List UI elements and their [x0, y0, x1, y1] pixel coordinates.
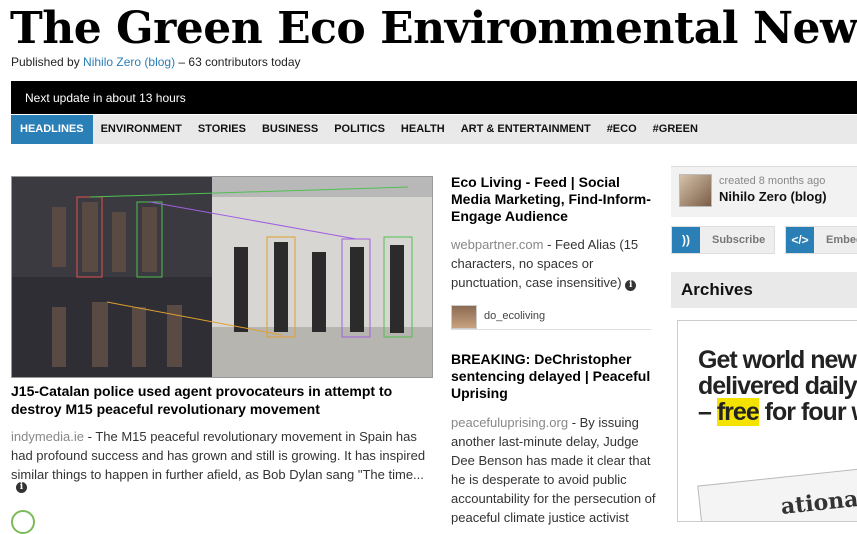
- story-3-excerpt: peacefuluprising.org - By issuing anothe…: [451, 413, 656, 527]
- code-icon: </>: [786, 227, 814, 253]
- archives-label: Archives: [681, 280, 753, 299]
- embed-button[interactable]: </> Embed: [785, 226, 857, 254]
- rss-icon: )): [672, 227, 700, 253]
- nav-tab-headlines[interactable]: HEADLINES: [11, 115, 93, 144]
- byline-suffix: – 63 contributors today: [175, 55, 301, 69]
- byline: Published by Nihilo Zero (blog) – 63 con…: [11, 55, 301, 69]
- advertisement[interactable]: Get world new delivered daily – free for…: [677, 320, 857, 522]
- info-icon[interactable]: i: [625, 280, 637, 291]
- newspaper-text: ational: [779, 485, 857, 520]
- nav-tab-business[interactable]: BUSINESS: [254, 115, 326, 144]
- info-icon[interactable]: i: [16, 482, 27, 493]
- ad-free-highlight: free: [716, 398, 760, 426]
- status-ring-icon[interactable]: [11, 510, 35, 534]
- ad-line-1: Get world new: [698, 346, 857, 374]
- main-story-image[interactable]: [11, 176, 433, 378]
- byline-prefix: Published by: [11, 55, 84, 69]
- archives-header[interactable]: Archives: [671, 272, 857, 308]
- story-3-headline[interactable]: BREAKING: DeChristopher sentencing delay…: [451, 351, 656, 402]
- story-2-author-name: do_ecoliving: [484, 310, 546, 322]
- nav-tab-politics[interactable]: POLITICS: [326, 115, 393, 144]
- story-2-source[interactable]: webpartner.com: [451, 237, 544, 252]
- subscribe-buttons: )) Subscribe </> Embed: [671, 226, 857, 254]
- ad-line-2: delivered daily: [698, 372, 857, 400]
- main-story-excerpt: indymedia.ie - The M15 peaceful revoluti…: [11, 427, 431, 484]
- nav-tab-environment[interactable]: ENVIRONMENT: [93, 115, 190, 144]
- avatar: [679, 174, 712, 207]
- nav-tab-art-entertainment[interactable]: ART & ENTERTAINMENT: [453, 115, 599, 144]
- curator-name[interactable]: Nihilo Zero (blog): [719, 189, 827, 204]
- main-story-headline[interactable]: J15-Catalan police used agent provocateu…: [11, 382, 431, 418]
- subscribe-button[interactable]: )) Subscribe: [671, 226, 775, 254]
- embed-label: Embed: [826, 234, 857, 246]
- story-2-author[interactable]: do_ecoliving: [451, 305, 651, 330]
- ad-line-3-rest: for four w: [764, 398, 857, 426]
- story-3-text: - By issuing another last-minute delay, …: [451, 415, 656, 525]
- update-text: Next update in about 13 hours: [25, 91, 186, 105]
- main-story-source[interactable]: indymedia.ie: [11, 429, 84, 444]
- story-3: BREAKING: DeChristopher sentencing delay…: [451, 351, 656, 527]
- nav-tab-stories[interactable]: STORIES: [190, 115, 254, 144]
- story-2-excerpt: webpartner.com - Feed Alias (15 characte…: [451, 235, 656, 292]
- nav-tab-green[interactable]: #GREEN: [645, 115, 706, 144]
- newspaper-image: ational: [697, 466, 857, 521]
- created-label: created 8 months ago: [719, 175, 826, 187]
- nav-tab-health[interactable]: HEALTH: [393, 115, 453, 144]
- subscribe-label: Subscribe: [712, 234, 766, 246]
- story-2: Eco Living - Feed | Social Media Marketi…: [451, 174, 656, 292]
- site-title[interactable]: The Green Eco Environmental News: [10, 2, 857, 56]
- nav-tab-eco[interactable]: #ECO: [599, 115, 645, 144]
- byline-author-link[interactable]: Nihilo Zero (blog): [83, 55, 175, 69]
- update-bar: Next update in about 13 hours: [11, 81, 857, 114]
- story-3-source[interactable]: peacefuluprising.org: [451, 415, 568, 430]
- curator-card[interactable]: created 8 months ago Nihilo Zero (blog): [671, 166, 857, 217]
- avatar: [451, 305, 477, 329]
- ad-line-3-dash: –: [698, 398, 717, 426]
- story-2-headline[interactable]: Eco Living - Feed | Social Media Marketi…: [451, 174, 656, 225]
- ad-line-3: – free for four w: [698, 398, 857, 427]
- category-nav: HEADLINES ENVIRONMENT STORIES BUSINESS POLIT…: [11, 115, 857, 144]
